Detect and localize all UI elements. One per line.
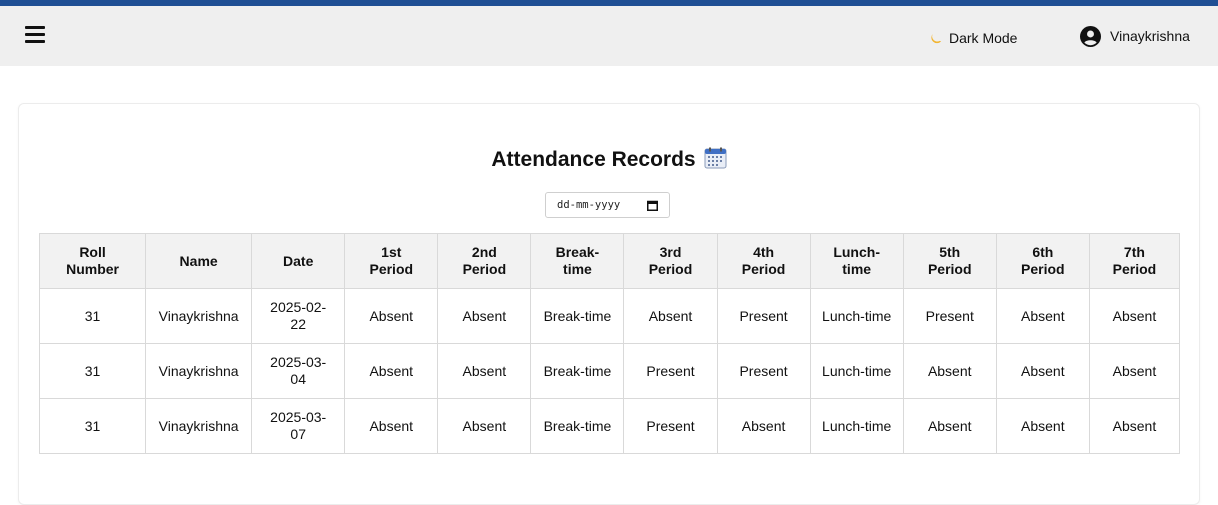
table-cell: Lunch-time — [809, 398, 904, 454]
column-header-text: 5th — [939, 244, 961, 260]
table-cell: Absent — [437, 398, 532, 454]
column-header-text: Roll — [79, 244, 106, 260]
column-header-text: Period — [369, 261, 414, 277]
column-header-text: Period — [1112, 261, 1157, 277]
column-header-text: 4th — [753, 244, 775, 260]
table-cell: Present — [716, 288, 811, 344]
attendance-table: Roll Number Name Date 1st Period 2nd Period Brea… — [38, 233, 1181, 454]
column-header: 1st Period — [344, 233, 439, 289]
column-header-text: Period — [741, 261, 786, 277]
cell-text: 04 — [290, 371, 306, 387]
column-header-text: Name — [179, 252, 218, 269]
table-cell: 31 — [38, 398, 147, 454]
table-cell: 2025-03- 04 — [251, 343, 346, 399]
table-cell: Vinaykrishna — [145, 343, 253, 399]
column-header: 7th Period — [1088, 233, 1181, 289]
table-cell: Absent — [623, 288, 718, 344]
navbar: Dark Mode Vinaykrishna — [0, 6, 1218, 66]
table-row: 31 Vinaykrishna 2025-03- 04 Absent Absent Brea… — [38, 343, 1181, 399]
column-header-text: time — [563, 261, 592, 277]
column-header-text: Period — [648, 261, 693, 277]
table-cell: Lunch-time — [809, 343, 904, 399]
table-cell: Break-time — [530, 288, 625, 344]
table-cell: Absent — [995, 288, 1090, 344]
column-header-text: Lunch- — [833, 244, 880, 260]
table-cell: Lunch-time — [809, 288, 904, 344]
column-header: Name — [145, 233, 253, 289]
table-body: 31 Vinaykrishna 2025-02- 22 Absent Absent Brea… — [38, 288, 1181, 454]
cell-text: 2025-03- — [270, 409, 327, 425]
table-cell: Absent — [1088, 343, 1181, 399]
hamburger-menu-icon[interactable] — [25, 26, 47, 46]
table-cell: Absent — [995, 343, 1090, 399]
table-cell: Break-time — [530, 398, 625, 454]
table-cell: Present — [902, 288, 997, 344]
column-header: Roll Number — [38, 233, 147, 289]
column-header: Break-time — [530, 233, 625, 289]
table-row: 31 Vinaykrishna 2025-03- 07 Absent Absent Brea… — [38, 398, 1181, 454]
table-cell: Vinaykrishna — [145, 288, 253, 344]
column-header-text: Period — [927, 261, 972, 277]
table-cell: Absent — [344, 343, 439, 399]
table-cell: 2025-02- 22 — [251, 288, 346, 344]
column-header-text: Number — [66, 261, 119, 277]
column-header-text: 6th — [1032, 244, 1054, 260]
table-cell: Absent — [344, 288, 439, 344]
column-header: 3rd Period — [623, 233, 718, 289]
column-header-text: 7th — [1123, 244, 1145, 260]
column-header-text: 3rd — [659, 244, 682, 260]
cell-text: 2025-02- — [270, 299, 327, 315]
attendance-card: Attendance Records dd-mm-yyyy Roll Numbe… — [18, 103, 1200, 505]
table-cell: Vinaykrishna — [145, 398, 253, 454]
dark-mode-toggle[interactable]: Dark Mode — [930, 28, 1017, 48]
user-name: Vinaykrishna — [1110, 28, 1190, 44]
column-header: 4th Period — [716, 233, 811, 289]
moon-icon — [931, 33, 942, 43]
table-cell: Absent — [1088, 398, 1181, 454]
table-cell: Absent — [1088, 288, 1181, 344]
user-menu[interactable]: Vinaykrishna — [1080, 25, 1190, 47]
calendar-icon — [704, 147, 727, 175]
column-header-text: 1st — [381, 244, 402, 260]
date-filter-input[interactable]: dd-mm-yyyy — [545, 192, 670, 218]
table-cell: Absent — [437, 343, 532, 399]
table-row: 31 Vinaykrishna 2025-02- 22 Absent Absent Brea… — [38, 288, 1181, 344]
calendar-picker-icon[interactable] — [647, 200, 658, 211]
table-cell: 31 — [38, 288, 147, 344]
column-header: 5th Period — [902, 233, 997, 289]
date-placeholder: dd-mm-yyyy — [557, 199, 621, 211]
dark-mode-label: Dark Mode — [949, 30, 1018, 46]
column-header: Date — [251, 233, 346, 289]
column-header-text: Date — [283, 252, 314, 269]
cell-text: 2025-03- — [270, 354, 327, 370]
table-cell: Absent — [902, 343, 997, 399]
column-header-text: Period — [462, 261, 507, 277]
column-header-text: Period — [1021, 261, 1065, 277]
table-cell: Absent — [437, 288, 532, 344]
table-cell: Absent — [344, 398, 439, 454]
cell-text: 22 — [290, 316, 306, 332]
table-cell: Present — [623, 398, 718, 454]
column-header-text: time — [842, 261, 872, 277]
table-cell: 2025-03- 07 — [251, 398, 346, 454]
user-circle-icon — [1080, 25, 1101, 47]
table-cell: Absent — [716, 398, 811, 454]
cell-text: 07 — [290, 426, 306, 442]
column-header-text: Break- — [555, 244, 600, 260]
column-header-text: 2nd — [471, 244, 497, 260]
table-cell: Absent — [995, 398, 1090, 454]
table-cell: Present — [623, 343, 718, 399]
table-cell: 31 — [38, 343, 147, 399]
table-header-row: Roll Number Name Date 1st Period 2nd Period Brea… — [38, 233, 1181, 289]
table-cell: Break-time — [530, 343, 625, 399]
column-header: 6th Period — [995, 233, 1090, 289]
column-header: 2nd Period — [437, 233, 532, 289]
page-title-text: Attendance Records — [491, 148, 696, 171]
column-header: Lunch-time — [809, 233, 904, 289]
table-cell: Present — [716, 343, 811, 399]
table-cell: Absent — [902, 398, 997, 454]
page-title: Attendance Records — [19, 147, 1199, 175]
